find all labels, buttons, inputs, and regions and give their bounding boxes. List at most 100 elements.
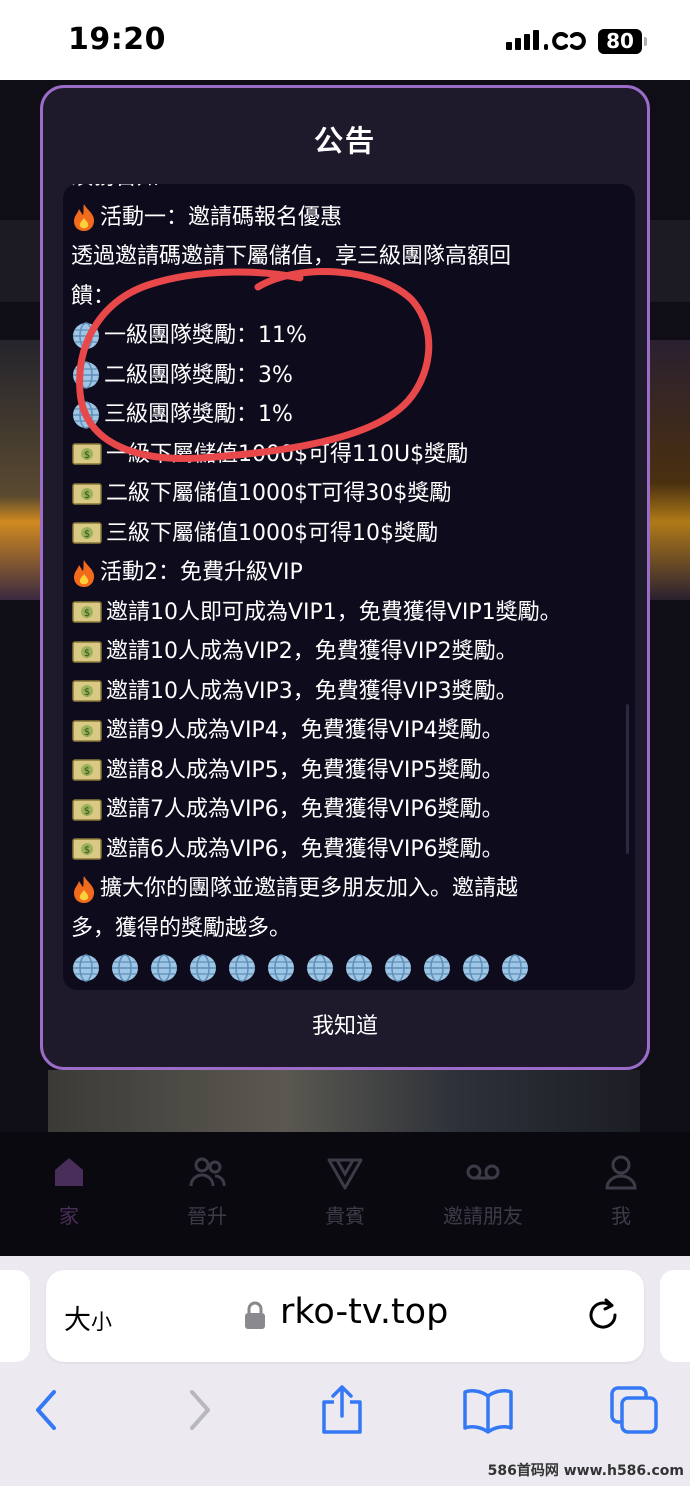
- vip-icon: [327, 1158, 363, 1190]
- tab-invite-friends[interactable]: 邀請朋友: [414, 1132, 552, 1256]
- announcement-line: 透過邀請碼邀請下屬儲值，享三級團隊高額回: [71, 237, 627, 277]
- announcement-line-text: 活動2：免費升級VIP: [100, 560, 303, 585]
- announcement-line-text: 擴大你的團隊並邀請更多朋友加入。邀請越: [100, 876, 519, 901]
- announcement-line: 二級團隊獎勵：3%: [71, 356, 627, 396]
- announcement-line: 多，獲得的獎勵越多。: [71, 909, 627, 949]
- money-icon: $: [72, 601, 102, 623]
- globe-icon-row: [71, 948, 627, 988]
- users-icon: [189, 1157, 226, 1187]
- announcement-line-text: 邀請10人成為VIP2，免費獲得VIP2獎勵。: [106, 639, 518, 664]
- globe-icon: [112, 954, 138, 982]
- globe-icon: [73, 322, 99, 350]
- user-icon: [605, 1155, 637, 1190]
- back-icon[interactable]: [22, 1384, 74, 1436]
- tab-invite-friends-label: 邀請朋友: [443, 1204, 523, 1228]
- globe-icon: [463, 954, 489, 982]
- home-icon: [55, 1158, 83, 1186]
- announcement-line-text: 一級團隊獎勵：11%: [104, 323, 307, 348]
- globe-icon: [229, 954, 255, 982]
- next-tab-card[interactable]: [660, 1270, 690, 1362]
- announcement-line-text: 二級下屬儲值1000$T可得30$獎勵: [106, 481, 452, 506]
- globe-icon: [190, 954, 216, 982]
- content-scrollbar[interactable]: [626, 704, 629, 854]
- browser-address-area: 大小 rko-tv.top: [0, 1256, 690, 1366]
- tab-vip[interactable]: 貴賓: [276, 1132, 414, 1256]
- text-size-small: 小: [91, 1310, 112, 1334]
- announcement-line-text: 邀請8人成為VIP5，免費獲得VIP5獎勵。: [106, 757, 504, 783]
- announcement-line: $ 邀請9人成為VIP4，免費獲得VIP4獎勵。: [71, 711, 627, 751]
- globe-icon: [73, 361, 99, 389]
- announcement-line: $ 邀請10人成為VIP3，免費獲得VIP3獎勵。: [71, 672, 627, 712]
- address-bar[interactable]: 大小 rko-tv.top: [46, 1270, 644, 1362]
- announcement-line: 饋：: [71, 277, 627, 317]
- share-icon[interactable]: [316, 1384, 368, 1436]
- previous-tab-card[interactable]: [0, 1270, 30, 1362]
- cellular-signal-icon: [506, 30, 548, 50]
- globe-icon: [73, 401, 99, 429]
- globe-icon: [307, 954, 333, 982]
- tab-home-label: 家: [59, 1204, 79, 1228]
- announcement-line-text: 三級團隊獎勵：1%: [104, 402, 293, 427]
- announcement-modal: 公告 須務告知： 活動一：邀請碼報名優惠透過邀請碼邀請下屬儲值，享三級團隊高額回饋…: [40, 85, 650, 1070]
- tab-promotion-label: 晉升: [187, 1204, 227, 1228]
- announcement-line: $ 邀請8人成為VIP5，免費獲得VIP5獎勵。: [71, 751, 627, 791]
- announcement-line-text: 邀請10人成為VIP3，免費獲得VIP3獎勵。: [106, 678, 518, 704]
- svg-text:$: $: [84, 727, 90, 738]
- svg-text:$: $: [84, 529, 90, 540]
- tab-me[interactable]: 我: [552, 1132, 690, 1256]
- money-icon: $: [72, 720, 102, 742]
- confirm-button[interactable]: 我知道: [43, 1008, 647, 1040]
- lock-icon: [245, 1301, 265, 1329]
- tab-home[interactable]: 家: [0, 1132, 138, 1256]
- reload-icon[interactable]: [584, 1296, 622, 1334]
- fire-icon: [74, 559, 95, 587]
- announcement-line-text: 須務告知：: [71, 184, 181, 198]
- svg-text:$: $: [84, 450, 90, 461]
- forward-icon[interactable]: [172, 1384, 224, 1436]
- svg-text:$: $: [84, 687, 90, 698]
- tab-vip-label: 貴賓: [325, 1204, 365, 1228]
- announcement-line-text: 邀請7人成為VIP6，免費獲得VIP6獎勵。: [106, 797, 504, 822]
- svg-text:$: $: [84, 845, 90, 856]
- money-icon: $: [72, 799, 102, 821]
- announcement-line-text: 多，獲得的獎勵越多。: [71, 915, 292, 941]
- browser-toolbar: 586首码网 www.h586.com: [0, 1366, 690, 1486]
- personal-hotspot-icon: [552, 32, 586, 50]
- announcement-line: 三級團隊獎勵：1%: [71, 395, 627, 435]
- modal-title: 公告: [313, 124, 376, 158]
- tab-me-label: 我: [611, 1204, 631, 1228]
- announcement-line: 須務告知：: [71, 184, 627, 198]
- url-domain[interactable]: rko-tv.top: [280, 1292, 448, 1332]
- money-icon: $: [72, 641, 102, 663]
- globe-icon: [424, 954, 450, 982]
- fire-icon: [74, 204, 95, 232]
- announcement-line: $ 邀請10人成為VIP2，免費獲得VIP2獎勵。: [71, 632, 627, 672]
- tabs-icon[interactable]: [608, 1384, 660, 1436]
- svg-text:$: $: [84, 648, 90, 659]
- announcement-line: $ 二級下屬儲值1000$T可得30$獎勵: [71, 474, 627, 514]
- bookmarks-icon[interactable]: [462, 1384, 514, 1436]
- announcement-content[interactable]: 須務告知： 活動一：邀請碼報名優惠透過邀請碼邀請下屬儲值，享三級團隊高額回饋： 一級…: [63, 184, 635, 990]
- fire-icon: [74, 875, 95, 903]
- announcement-line-text: 饋：: [71, 283, 116, 309]
- announcement-line: $ 邀請6人成為VIP6，免費獲得VIP6獎勵。: [71, 830, 627, 870]
- announcement-line: 擴大你的團隊並邀請更多朋友加入。邀請越: [71, 869, 627, 909]
- announcement-line-text: 二級團隊獎勵：3%: [104, 362, 293, 388]
- battery-indicator: 80: [598, 29, 647, 54]
- money-icon: $: [72, 483, 102, 505]
- svg-text:$: $: [84, 806, 90, 817]
- announcement-line: 活動一：邀請碼報名優惠: [71, 198, 627, 238]
- money-icon: $: [72, 838, 102, 860]
- status-bar: 19:20 80: [0, 0, 690, 80]
- background-photo: [48, 1070, 640, 1132]
- bottom-tab-bar: 家 晉升 貴賓 邀請朋友 我: [0, 1132, 690, 1256]
- announcement-line: $ 一級下屬儲值1000$可得110U$獎勵: [71, 435, 627, 475]
- svg-text:$: $: [84, 490, 90, 501]
- text-size-button[interactable]: 大小: [64, 1298, 112, 1337]
- tab-promotion[interactable]: 晉升: [138, 1132, 276, 1256]
- announcement-line: $ 邀請7人成為VIP6，免費獲得VIP6獎勵。: [71, 790, 627, 830]
- globe-icon: [346, 954, 372, 982]
- svg-text:$: $: [84, 608, 90, 619]
- announcement-line: 一級團隊獎勵：11%: [71, 316, 627, 356]
- status-time: 19:20: [68, 22, 166, 57]
